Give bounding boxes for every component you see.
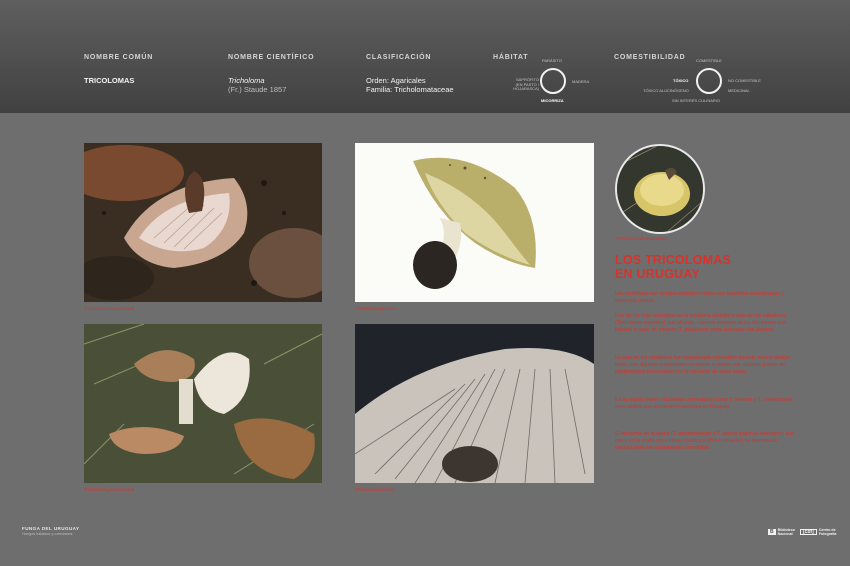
paragraph-4: En la región crecen tricolomas comestibl… [615, 397, 794, 410]
caption-photo-1: Tricholoma pessundatum [84, 306, 135, 311]
classification-block: Orden: Agaricales Familia: Tricholomatac… [366, 76, 454, 94]
habitat-right: MADERA [572, 79, 590, 84]
caption-photo-4: Tricholoma terreum [355, 487, 394, 492]
common-name: TRICOLOMAS [84, 76, 135, 85]
photo-circle [615, 144, 705, 234]
edibility-bottom-right: MEDICINAL [728, 88, 750, 93]
logo-biblioteca: B Biblioteca Nacional [768, 527, 802, 537]
edibility-dial: COMESTIBLE TÓXICO NO COMESTIBLE TÓXICO A… [640, 56, 770, 108]
section-title-line-1: LOS TRICOLOMAS [615, 253, 731, 267]
edibility-bottom: SIN INTERÉS CULINARIO [672, 98, 721, 103]
logo-biblioteca-mark: B [768, 529, 776, 535]
habitat-left: SAPRÓFITO (EN PASTO / HOJARASCA) [513, 77, 539, 92]
habitat-top: PARÁSITO [542, 58, 562, 63]
photo-mushroom-3 [84, 324, 322, 483]
scientific-name-block: Tricholoma (Fr.) Staude 1857 [228, 76, 286, 94]
paragraph-5: El tricoloma de la arena (T. albobrunneu… [615, 431, 795, 451]
section-title: LOS TRICOLOMAS EN URUGUAY [615, 253, 815, 281]
caption-photo-2: Tricholoma equestre [355, 306, 396, 311]
logo-biblioteca-text: Biblioteca Nacional [777, 528, 795, 536]
label-classification: CLASIFICACIÓN [366, 54, 432, 61]
edibility-ring-icon [696, 68, 722, 94]
paragraph-1: Los tricolomas son hongos ectomicorrícic… [615, 291, 784, 304]
habitat-dial: PARÁSITO SAPRÓFITO (EN PASTO / HOJARASCA… [500, 56, 600, 106]
caption-circle-photo: Tricholoma albobrunneum [615, 236, 667, 241]
order: Orden: Agaricales [366, 76, 426, 85]
edibility-top: COMESTIBLE [696, 58, 722, 63]
family: Familia: Tricholomataceae [366, 85, 454, 94]
edibility-right: NO COMESTIBLE [728, 78, 761, 83]
habitat-ring-icon [540, 68, 566, 94]
caption-photo-3: Tricholoma pessundatum [84, 487, 135, 492]
paragraph-3: La seta de los caballeros fue considerad… [615, 355, 791, 375]
logo-cdf-mark: [cdf] [800, 529, 817, 535]
logo-cdf-text: Centro de Fotografía [818, 528, 837, 536]
footer-title: FUNGA DEL URUGUAY [22, 526, 80, 531]
header-bar: NOMBRE COMÚN NOMBRE CIENTÍFICO CLASIFICA… [0, 0, 850, 113]
edibility-bottom-left: TÓXICO ALUCINÓGENO [643, 88, 689, 93]
photo-mushroom-4 [355, 324, 594, 483]
edibility-left: TÓXICO [673, 78, 689, 83]
photo-mushroom-2 [355, 143, 594, 302]
logo-cdf: [cdf] Centro de Fotografía [800, 527, 841, 537]
paragraph-2: Uno de los más conocidos es el tricoloma… [615, 313, 787, 333]
scientific-author: (Fr.) Staude 1857 [228, 85, 287, 94]
footer-subtitle: Hongos hallados y colectados [22, 532, 73, 536]
label-common-name: NOMBRE COMÚN [84, 54, 154, 61]
habitat-bottom: MICORRIZA [541, 98, 564, 103]
section-title-line-2: EN URUGUAY [615, 267, 700, 281]
label-scientific-name: NOMBRE CIENTÍFICO [228, 54, 315, 61]
photo-mushroom-1 [84, 143, 322, 302]
scientific-name: Tricholoma [228, 76, 265, 85]
